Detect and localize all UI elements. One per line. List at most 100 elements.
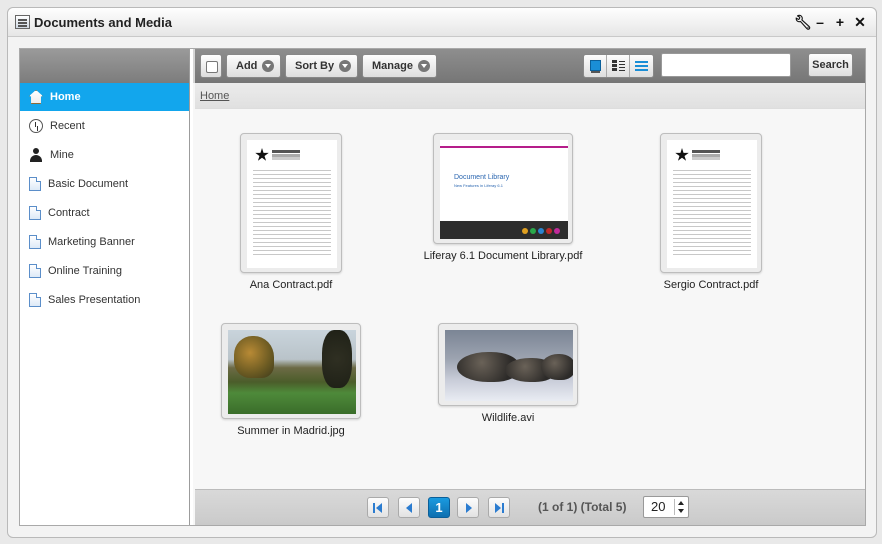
sidebar-item-online-training[interactable]: Online Training	[20, 256, 189, 285]
document-entry[interactable]: Sergio Contract.pdf	[651, 133, 771, 291]
chevron-down-icon	[417, 60, 430, 72]
home-icon	[29, 90, 43, 104]
slide-preview: Document Library New Features in Liferay…	[440, 140, 568, 239]
manage-button-label: Manage	[372, 60, 413, 72]
document-name[interactable]: Sergio Contract.pdf	[651, 279, 771, 291]
sidebar-item-marketing-banner[interactable]: Marketing Banner	[20, 227, 189, 256]
chevron-down-icon	[339, 60, 352, 72]
document-icon	[29, 263, 41, 278]
sidebar-item-label: Mine	[50, 148, 74, 161]
document-name[interactable]: Liferay 6.1 Document Library.pdf	[398, 250, 608, 262]
sidebar-item-label: Online Training	[48, 264, 122, 277]
main-panel: Add Sort By Manage Search Home Ana Contr…	[193, 49, 865, 525]
select-all-checkbox[interactable]	[200, 54, 222, 78]
portlet-icon	[15, 15, 30, 29]
document-thumbnail[interactable]	[240, 133, 342, 273]
sort-by-button-label: Sort By	[295, 60, 335, 72]
document-entry[interactable]: Ana Contract.pdf	[231, 133, 351, 291]
document-entry[interactable]: Document Library New Features in Liferay…	[398, 133, 608, 262]
chevron-down-icon	[262, 60, 275, 72]
sidebar-item-basic-document[interactable]: Basic Document	[20, 169, 189, 198]
sidebar-item-label: Recent	[50, 119, 85, 132]
last-page-button[interactable]	[488, 497, 510, 518]
wildlife-video-frame	[445, 330, 573, 401]
descriptive-view-button[interactable]	[607, 55, 630, 77]
portlet-content: Home Recent Mine Basic Document Contract	[19, 48, 866, 526]
pdf-preview	[667, 140, 757, 268]
breadcrumb-home-link[interactable]: Home	[200, 90, 229, 102]
add-button-label: Add	[236, 60, 258, 72]
wrench-icon[interactable]: 🔧︎	[794, 14, 812, 30]
toolbar: Add Sort By Manage Search	[193, 49, 865, 83]
document-thumbnail[interactable]: Document Library New Features in Liferay…	[433, 133, 573, 244]
document-icon	[29, 205, 41, 220]
document-name[interactable]: Ana Contract.pdf	[231, 279, 351, 291]
sidebar-item-sales-presentation[interactable]: Sales Presentation	[20, 285, 189, 314]
star-logo-icon	[675, 148, 689, 161]
next-page-button[interactable]	[457, 497, 479, 518]
search-button[interactable]: Search	[808, 53, 853, 77]
document-icon	[29, 176, 41, 191]
sidebar-item-contract[interactable]: Contract	[20, 198, 189, 227]
sidebar-item-label: Contract	[48, 206, 90, 219]
image-preview	[228, 330, 356, 414]
pagination-info: (1 of 1) (Total 5)	[538, 500, 627, 514]
pdf-heading	[272, 150, 300, 153]
seal-shape	[541, 354, 573, 380]
document-icon	[29, 234, 41, 249]
pdf-text-lines	[253, 170, 331, 258]
select-divider	[674, 499, 675, 515]
portlet-titlebar: Documents and Media 🔧︎ – + ✕	[8, 8, 876, 37]
sidebar-item-home[interactable]: Home	[20, 83, 189, 111]
document-entry[interactable]: Wildlife.avi	[438, 323, 578, 424]
sidebar-item-recent[interactable]: Recent	[20, 111, 189, 140]
slide-social-icons	[522, 228, 560, 234]
sort-by-button[interactable]: Sort By	[285, 54, 359, 78]
sidebar-item-label: Marketing Banner	[48, 235, 135, 248]
document-name[interactable]: Summer in Madrid.jpg	[221, 425, 361, 437]
breadcrumb: Home	[195, 83, 865, 109]
slide-subtitle: New Features in Liferay 6.1	[454, 183, 503, 188]
close-icon[interactable]: ✕	[854, 14, 866, 30]
first-page-button[interactable]	[367, 497, 389, 518]
sidebar-item-label: Sales Presentation	[48, 293, 141, 306]
minimize-icon[interactable]: –	[814, 14, 826, 30]
maximize-icon[interactable]: +	[834, 14, 846, 30]
sidebar-header	[20, 49, 189, 83]
slide-accent-bar	[440, 146, 568, 148]
page-size-select[interactable]: 20	[643, 496, 689, 518]
display-style-group	[583, 54, 654, 78]
pdf-page	[667, 140, 757, 268]
portlet-window: Documents and Media 🔧︎ – + ✕ Home Recent	[7, 7, 877, 538]
portlet-title: Documents and Media	[34, 15, 172, 30]
current-page-button[interactable]: 1	[428, 497, 450, 518]
document-entry[interactable]: Summer in Madrid.jpg	[221, 323, 361, 437]
previous-page-button[interactable]	[398, 497, 420, 518]
document-thumbnail[interactable]	[438, 323, 578, 406]
slide-title: Document Library	[454, 174, 510, 181]
pdf-preview	[247, 140, 337, 268]
list-view-button[interactable]	[630, 55, 653, 77]
pagination-bar: 1 (1 of 1) (Total 5) 20	[195, 489, 865, 525]
video-preview	[445, 330, 573, 401]
document-thumbnail[interactable]	[660, 133, 762, 273]
pdf-text-lines	[673, 170, 751, 258]
navigation-list: Home Recent Mine Basic Document Contract	[20, 83, 189, 314]
sidebar-item-label: Basic Document	[48, 177, 129, 190]
slide-page: Document Library New Features in Liferay…	[440, 140, 568, 239]
pdf-page	[247, 140, 337, 268]
add-button[interactable]: Add	[226, 54, 282, 78]
document-name[interactable]: Wildlife.avi	[438, 412, 578, 424]
document-thumbnail[interactable]	[221, 323, 361, 419]
sidebar-item-label: Home	[50, 91, 81, 103]
window-controls: 🔧︎ – + ✕	[794, 14, 866, 30]
star-logo-icon	[255, 148, 269, 161]
sidebar-item-mine[interactable]: Mine	[20, 140, 189, 169]
search-input[interactable]	[661, 53, 791, 77]
manage-button[interactable]: Manage	[362, 54, 437, 78]
clock-icon	[29, 118, 43, 133]
page-size-value: 20	[651, 499, 666, 514]
folder-sidebar: Home Recent Mine Basic Document Contract	[20, 49, 190, 525]
icon-view-button[interactable]	[584, 55, 607, 77]
document-icon	[29, 292, 41, 307]
